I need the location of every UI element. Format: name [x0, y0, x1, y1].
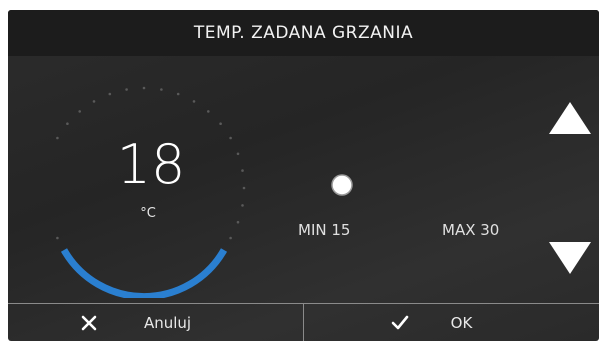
dial-dot: [229, 236, 232, 240]
dial-dot: [176, 92, 180, 96]
slider-max-label: MAX 30: [442, 221, 500, 239]
dial-dot: [192, 100, 196, 103]
decrease-button[interactable]: [548, 238, 592, 276]
dial-arc: [60, 248, 228, 298]
ok-label: OK: [450, 314, 473, 332]
temperature-value: 18: [116, 133, 186, 196]
triangle-down-icon: [549, 242, 591, 274]
checkmark-icon: [391, 315, 408, 330]
cancel-button[interactable]: Anuluj: [8, 304, 304, 341]
triangle-up-icon: [549, 102, 591, 134]
dial-dot: [56, 136, 59, 140]
title-bar: TEMP. ZADANA GRZANIA: [8, 10, 599, 56]
dial-dot: [236, 220, 240, 224]
page-title: TEMP. ZADANA GRZANIA: [193, 23, 414, 43]
footer-bar: Anuluj OK: [8, 303, 599, 341]
dial-dot: [108, 92, 112, 96]
dial-dot: [125, 88, 128, 91]
thermostat-screen: TEMP. ZADANA GRZANIA 18 °C MIN 15 MAX 30: [8, 10, 599, 341]
dial-dot: [207, 110, 210, 113]
dial-dot: [241, 169, 244, 172]
ok-button[interactable]: OK: [304, 304, 599, 341]
slider-min-label: MIN 15: [298, 221, 351, 239]
dial-dot: [160, 88, 163, 91]
dial-dot: [241, 204, 244, 207]
close-icon: [81, 315, 97, 331]
temperature-unit: °C: [140, 206, 156, 221]
slider-thumb[interactable]: [331, 174, 353, 196]
dial-dot: [66, 122, 69, 125]
dial-dot: [92, 100, 96, 103]
temperature-slider[interactable]: [292, 170, 522, 200]
cancel-label: Anuluj: [143, 314, 192, 332]
increase-button[interactable]: [548, 100, 592, 138]
dial-dot: [219, 122, 222, 125]
dial-dot: [56, 236, 59, 240]
dial-dot: [142, 86, 146, 90]
dial-dot: [236, 152, 240, 156]
dial-dot: [78, 110, 81, 113]
dial-dot: [229, 136, 232, 140]
dial-dot: [242, 186, 246, 190]
